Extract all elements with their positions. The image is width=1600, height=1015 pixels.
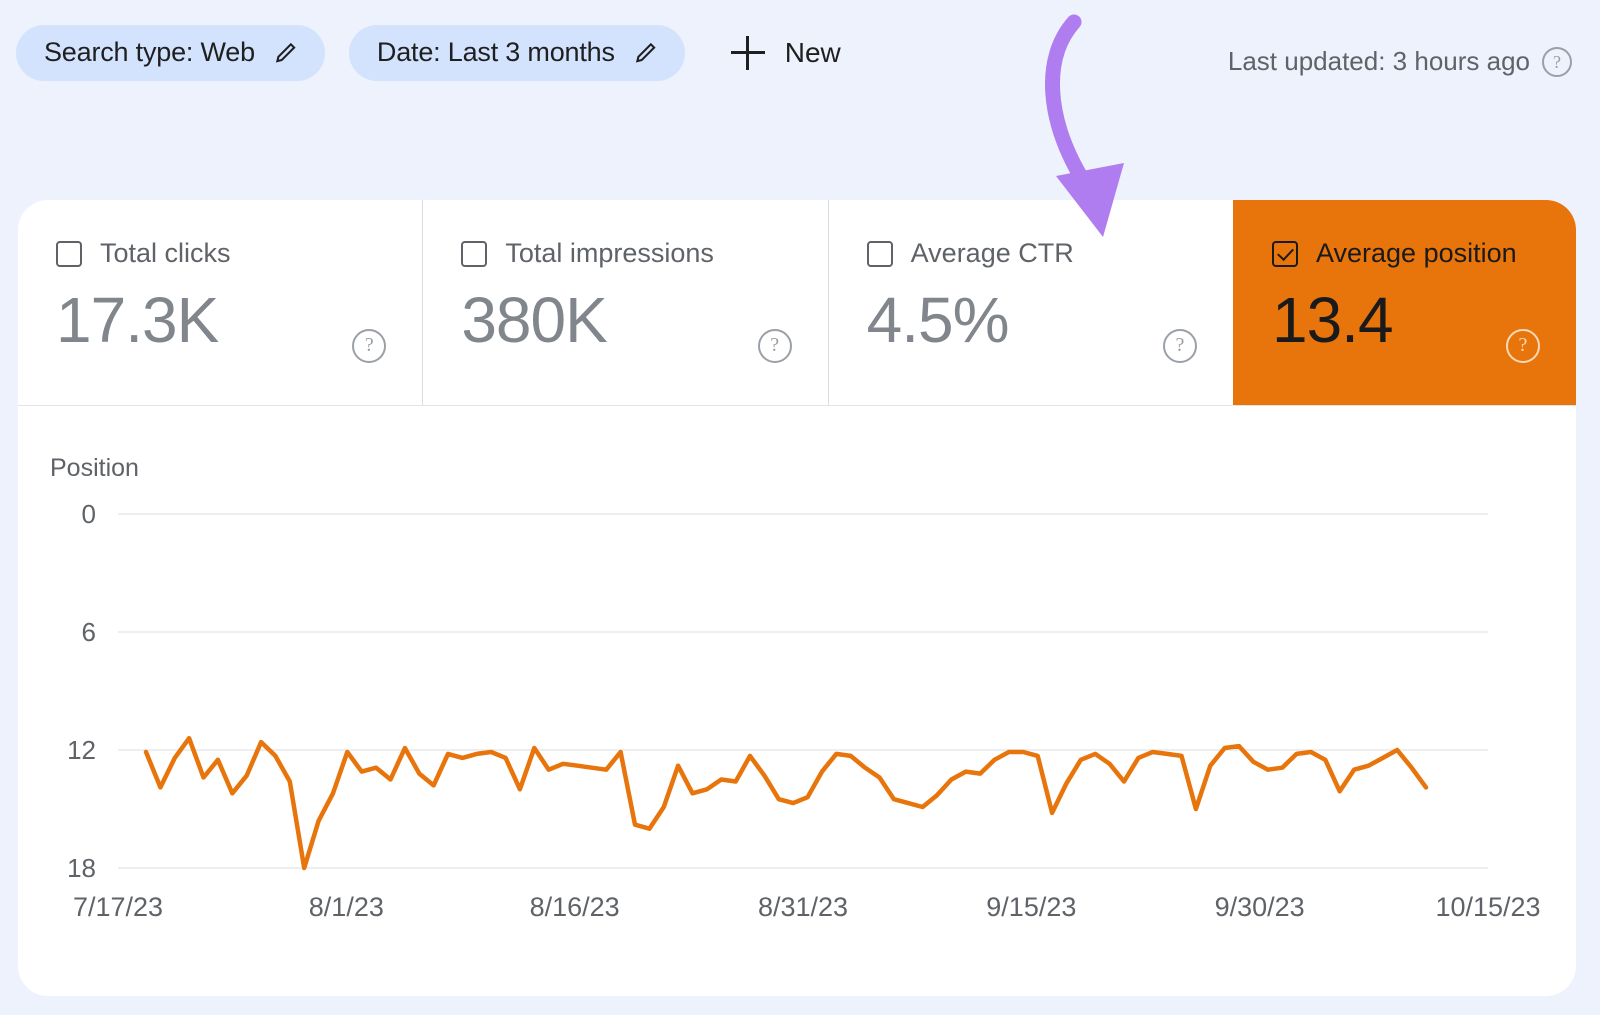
help-icon[interactable]: ? <box>1506 329 1540 363</box>
average-ctr-checkbox[interactable] <box>867 241 893 267</box>
help-icon[interactable]: ? <box>1163 329 1197 363</box>
y-axis-tick-label: 12 <box>67 735 96 765</box>
chart-canvas[interactable]: 0 6 12 18 7/17/23 8/1/23 8/16/23 8/31/23 9/15/23… <box>18 406 1576 996</box>
search-type-chip-label: Search type: Web <box>44 37 255 68</box>
metric-header: Average position <box>1272 238 1576 269</box>
total-clicks-label: Total clicks <box>100 238 231 269</box>
help-icon-glyph: ? <box>760 332 790 358</box>
metric-header: Total clicks <box>56 238 422 269</box>
x-axis-tick-label: 7/17/23 <box>73 892 163 922</box>
last-updated-text: Last updated: 3 hours ago <box>1228 46 1530 77</box>
new-filter-button[interactable]: New <box>731 36 841 70</box>
average-ctr-label: Average CTR <box>911 238 1074 269</box>
average-position-label: Average position <box>1316 238 1517 269</box>
total-impressions-checkbox[interactable] <box>461 241 487 267</box>
total-clicks-checkbox[interactable] <box>56 241 82 267</box>
y-axis-tick-label: 0 <box>82 499 96 529</box>
x-axis-tick-label: 9/30/23 <box>1215 892 1305 922</box>
filter-toolbar: Search type: Web Date: Last 3 months New… <box>0 0 1600 135</box>
performance-card: Total clicks 17.3K ? Total impressions 3… <box>18 200 1576 996</box>
metric-card-average-ctr[interactable]: Average CTR 4.5% ? <box>828 200 1233 405</box>
y-axis-title: Position <box>50 454 139 483</box>
help-icon[interactable]: ? <box>1542 47 1572 77</box>
date-range-chip-label: Date: Last 3 months <box>377 37 615 68</box>
help-icon-glyph: ? <box>1508 332 1538 358</box>
x-axis-tick-label: 8/31/23 <box>758 892 848 922</box>
pencil-icon <box>633 40 659 66</box>
metric-header: Average CTR <box>867 238 1233 269</box>
y-axis-tick-label: 6 <box>82 617 96 647</box>
pencil-icon <box>273 40 299 66</box>
metric-card-total-impressions[interactable]: Total impressions 380K ? <box>422 200 827 405</box>
metric-card-total-clicks[interactable]: Total clicks 17.3K ? <box>18 200 422 405</box>
metric-card-average-position[interactable]: Average position 13.4 ? <box>1233 200 1576 405</box>
help-icon-glyph: ? <box>354 332 384 358</box>
total-impressions-label: Total impressions <box>505 238 714 269</box>
last-updated-status: Last updated: 3 hours ago ? <box>1228 46 1572 77</box>
help-icon-glyph: ? <box>1544 50 1570 74</box>
x-axis-tick-label: 9/15/23 <box>986 892 1076 922</box>
average-position-checkbox[interactable] <box>1272 241 1298 267</box>
metric-header: Total impressions <box>461 238 827 269</box>
y-axis-tick-label: 18 <box>67 853 96 883</box>
new-filter-button-label: New <box>785 37 841 69</box>
series-line-average-position <box>146 738 1426 868</box>
x-axis-tick-label: 8/16/23 <box>530 892 620 922</box>
plus-icon <box>731 36 765 70</box>
metric-summary-row: Total clicks 17.3K ? Total impressions 3… <box>18 200 1576 406</box>
x-axis-tick-label: 10/15/23 <box>1435 892 1540 922</box>
x-axis-tick-label: 8/1/23 <box>309 892 384 922</box>
help-icon-glyph: ? <box>1165 332 1195 358</box>
search-type-chip[interactable]: Search type: Web <box>16 25 325 81</box>
position-line-chart: Position 0 6 12 18 7/17/23 8/1/23 8/16/23 8/31/… <box>18 406 1576 996</box>
help-icon[interactable]: ? <box>758 329 792 363</box>
help-icon[interactable]: ? <box>352 329 386 363</box>
date-range-chip[interactable]: Date: Last 3 months <box>349 25 685 81</box>
